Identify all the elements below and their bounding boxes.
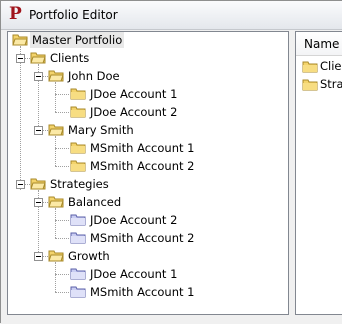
folder-link-icon [70, 286, 86, 298]
tree-line [55, 274, 69, 275]
folder-icon [70, 142, 86, 154]
column-header-label: Name [304, 37, 340, 51]
folder-icon [70, 160, 86, 172]
tree-line [55, 148, 69, 149]
collapse-john-doe-toggle[interactable] [34, 72, 43, 81]
tree-node-label: Master Portfolio [30, 32, 125, 48]
folder-open-icon [48, 124, 64, 136]
list-item-label: Clients [320, 59, 342, 73]
list-item-clients[interactable]: Clients [296, 58, 342, 75]
list-item-label: Strategies [320, 77, 342, 91]
tree-node-label: Growth [68, 249, 110, 263]
tree-line [20, 46, 21, 190]
folder-open-icon [48, 70, 64, 82]
tree-node-label: JDoe Account 1 [90, 87, 178, 101]
tree-node-label: Mary Smith [68, 123, 134, 137]
tree-line [55, 166, 69, 167]
folder-icon [302, 79, 318, 91]
tree-node-label: MSmith Account 1 [90, 285, 195, 299]
folder-link-icon [70, 232, 86, 244]
window-title: Portfolio Editor [29, 8, 118, 22]
collapse-strategies-toggle[interactable] [16, 180, 25, 189]
folder-icon [70, 88, 86, 100]
collapse-growth-toggle[interactable] [34, 252, 43, 261]
tree-node-label: JDoe Account 2 [90, 213, 178, 227]
folder-open-icon [48, 250, 64, 262]
tree-node-label: MSmith Account 2 [90, 231, 195, 245]
folder-open-icon [48, 196, 64, 208]
tree-node-label: JDoe Account 1 [90, 267, 178, 281]
tree-line [55, 82, 56, 112]
contents-list[interactable]: Name Clients Strategies [295, 31, 342, 315]
tree-line [55, 238, 69, 239]
tree-line [55, 262, 56, 292]
tree-node-label: John Doe [68, 69, 120, 83]
list-item-strategies[interactable]: Strategies [296, 76, 342, 93]
tree-line [55, 208, 56, 238]
collapse-mary-smith-toggle[interactable] [34, 126, 43, 135]
collapse-balanced-toggle[interactable] [34, 198, 43, 207]
title-bar[interactable]: P Portfolio Editor [1, 1, 342, 30]
tree-node-label: Strategies [50, 177, 109, 191]
collapse-clients-toggle[interactable] [16, 54, 25, 63]
app-icon: P [9, 4, 22, 24]
folder-icon [302, 61, 318, 73]
tree-line [55, 292, 69, 293]
tree-node-label: Clients [50, 51, 90, 65]
tree-node-label: Balanced [68, 195, 122, 209]
tree-node-label: MSmith Account 2 [90, 159, 195, 173]
tree-line [55, 112, 69, 113]
folder-open-icon [12, 34, 28, 46]
name-column-header[interactable]: Name [296, 32, 342, 56]
folder-link-icon [70, 214, 86, 226]
folder-link-icon [70, 268, 86, 280]
folder-open-icon [30, 178, 46, 190]
folder-icon [70, 106, 86, 118]
folder-open-icon [30, 52, 46, 64]
tree-node-label: JDoe Account 2 [90, 105, 178, 119]
tree-line [55, 220, 69, 221]
tree-node-label: MSmith Account 1 [90, 141, 195, 155]
tree-line [55, 136, 56, 166]
portfolio-tree[interactable]: Master Portfolio Clients John Doe JDoe A… [7, 31, 289, 315]
tree-line [55, 94, 69, 95]
portfolio-editor-window: P Portfolio Editor Master Portfolio Clie… [0, 0, 342, 324]
